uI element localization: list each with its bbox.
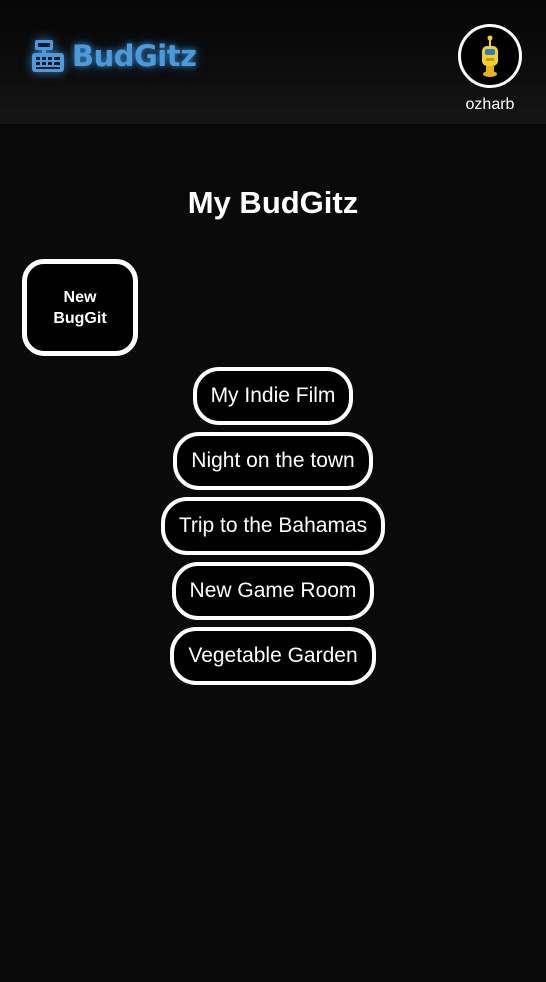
budget-item-trip-to-the-bahamas[interactable]: Trip to the Bahamas bbox=[160, 497, 386, 555]
app-header: BudGitz ozharb bbox=[0, 0, 546, 124]
budget-list: My Indie Film Night on the town Trip to … bbox=[0, 367, 546, 685]
budget-item-vegetable-garden[interactable]: Vegetable Garden bbox=[170, 627, 376, 685]
brand-logo[interactable]: BudGitz bbox=[31, 38, 197, 74]
user-avatar[interactable] bbox=[458, 24, 522, 88]
budget-item-my-indie-film[interactable]: My Indie Film bbox=[192, 367, 354, 425]
app-name: BudGitz bbox=[72, 39, 197, 73]
page-title: My BudGitz bbox=[187, 185, 359, 220]
username-label: ozharb bbox=[465, 96, 515, 113]
budget-item-night-on-the-town[interactable]: Night on the town bbox=[173, 432, 373, 490]
robot-avatar-icon bbox=[482, 35, 498, 77]
new-budget-button[interactable]: New BugGit bbox=[22, 259, 138, 356]
cash-register-icon bbox=[32, 40, 64, 72]
budget-item-new-game-room[interactable]: New Game Room bbox=[171, 562, 375, 620]
